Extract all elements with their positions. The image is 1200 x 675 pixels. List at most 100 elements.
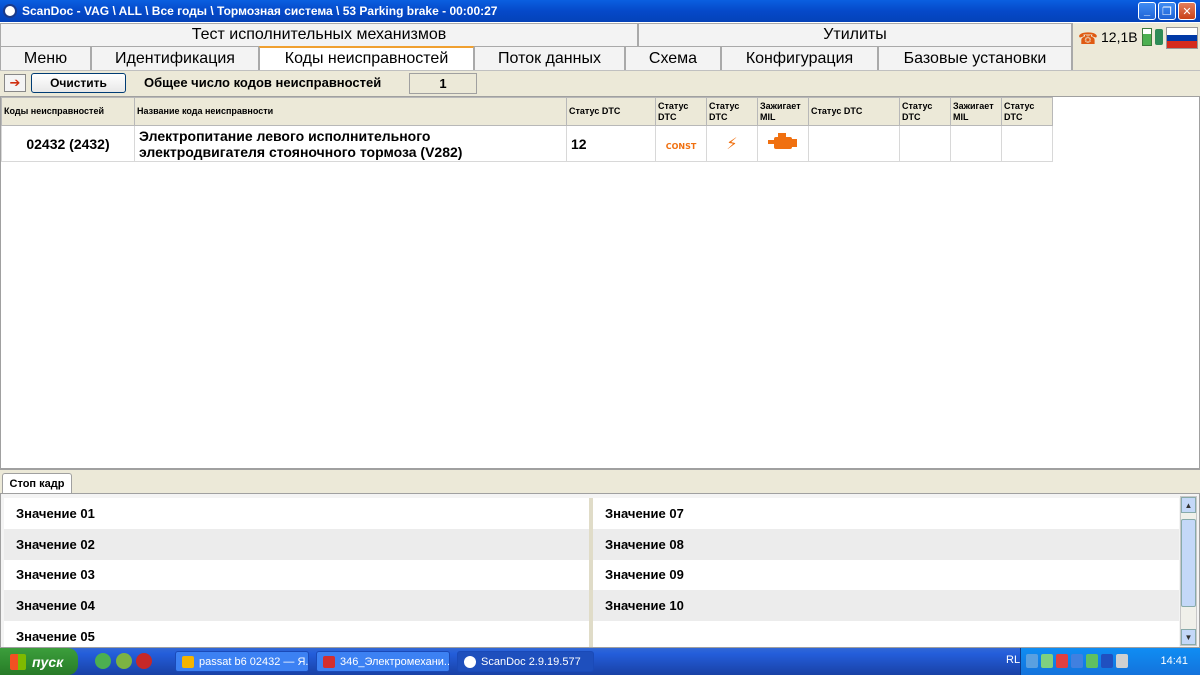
freeze-frame-tabbar: Стоп кадр: [0, 469, 1200, 494]
tray-icon[interactable]: [1041, 654, 1053, 668]
empty-cell: [950, 125, 1002, 162]
windows-taskbar: пуск passat b6 02432 — Я... 346_Электром…: [0, 648, 1200, 675]
tab-menu[interactable]: Меню: [0, 46, 91, 70]
quicklaunch-app-icon[interactable]: [116, 653, 132, 669]
menu-row-main: Меню Идентификация Коды неисправностей П…: [0, 46, 1072, 70]
fault-name-line2: электродвигателя стояночного тормоза (V2…: [139, 143, 463, 160]
window-title: ScanDoc - VAG \ ALL \ Все годы \ Тормозн…: [22, 4, 498, 18]
restore-button[interactable]: ❐: [1158, 2, 1176, 20]
fault-status-value: 12: [566, 125, 656, 162]
close-button[interactable]: ✕: [1178, 2, 1196, 20]
scandoc-icon: [464, 655, 476, 668]
column-header-status[interactable]: Статус DTC: [1001, 97, 1053, 126]
quicklaunch-opera-icon[interactable]: [136, 653, 152, 669]
list-item[interactable]: Значение 01: [4, 498, 589, 529]
scroll-up-icon[interactable]: ▲: [1181, 497, 1196, 513]
export-arrow-button[interactable]: ➔: [4, 74, 26, 92]
quicklaunch-utorrent-icon[interactable]: [95, 653, 111, 669]
tab-scheme[interactable]: Схема: [625, 46, 721, 70]
plug-icon: [1155, 29, 1163, 45]
tray-icon[interactable]: [1071, 654, 1083, 668]
system-tray: RL 14:41: [1006, 648, 1200, 675]
tab-data-stream[interactable]: Поток данных: [474, 46, 625, 70]
dtc-table-area: Коды неисправностей Название кода неиспр…: [0, 96, 1200, 469]
dtc-toolbar: ➔ Очистить Общее число кодов неисправнос…: [0, 70, 1200, 96]
lightning-icon: ⚡: [726, 135, 738, 153]
mil-cell: [757, 125, 809, 162]
list-item[interactable]: Значение 03: [4, 559, 589, 591]
tab-fault-codes[interactable]: Коды неисправностей: [259, 46, 474, 70]
column-header-status[interactable]: Статус DTC: [566, 97, 656, 126]
empty-cell: [1001, 125, 1053, 162]
scroll-thumb[interactable]: [1181, 519, 1196, 607]
column-header-codes[interactable]: Коды неисправностей: [1, 97, 135, 126]
phone-icon: ☎: [1078, 31, 1098, 48]
total-codes-label: Общее число кодов неисправностей: [144, 75, 382, 90]
empty-cell: [899, 125, 951, 162]
tab-freeze-frame[interactable]: Стоп кадр: [2, 473, 72, 494]
taskbar-item-scandoc[interactable]: ScanDoc 2.9.19.577: [457, 651, 594, 672]
table-header-row: Коды неисправностей Название кода неиспр…: [1, 97, 1053, 126]
tab-configuration[interactable]: Конфигурация: [721, 46, 878, 70]
const-status-icon: CONST: [665, 141, 697, 151]
tray-icon[interactable]: [1026, 654, 1038, 668]
list-item[interactable]: [593, 621, 1179, 647]
column-header-status[interactable]: Статус DTC: [808, 97, 900, 126]
tab-basic-settings[interactable]: Базовые установки: [878, 46, 1072, 70]
list-item[interactable]: Значение 10: [593, 590, 1179, 621]
start-label: пуск: [32, 653, 64, 670]
clock: 14:41: [1160, 655, 1188, 667]
tab-actuators-test[interactable]: Тест исполнительных механизмов: [0, 23, 638, 46]
column-header-mil[interactable]: Зажигает MIL: [757, 97, 809, 126]
app-logo-icon: [3, 4, 17, 18]
start-button[interactable]: пуск: [0, 648, 78, 675]
volume-icon[interactable]: [1116, 654, 1128, 668]
freeze-frame-right-column: Значение 07 Значение 08 Значение 09 Знач…: [593, 498, 1179, 647]
tray-icon[interactable]: [1056, 654, 1068, 668]
scandoc-window: ScanDoc - VAG \ ALL \ Все годы \ Тормозн…: [0, 0, 1200, 675]
freeze-frame-panel: Значение 01 Значение 02 Значение 03 Знач…: [0, 493, 1200, 648]
list-item[interactable]: Значение 05: [4, 621, 589, 647]
total-codes-value: 1: [409, 73, 477, 94]
freeze-frame-scrollbar[interactable]: ▲ ▼: [1180, 496, 1197, 646]
column-header-status[interactable]: Статус DTC: [899, 97, 951, 126]
menu-row-top: Тест исполнительных механизмов Утилиты: [0, 23, 1072, 46]
battery-icon: [1142, 28, 1152, 46]
column-header-mil[interactable]: Зажигает MIL: [950, 97, 1002, 126]
check-engine-icon: [768, 133, 798, 151]
chrome-icon: [182, 655, 194, 668]
column-header-name[interactable]: Название кода неисправности: [134, 97, 567, 126]
taskbar-item-label: 346_Электромехани...: [340, 655, 450, 668]
freeze-frame-left-column: Значение 01 Значение 02 Значение 03 Знач…: [4, 498, 589, 647]
status-lightning-cell: ⚡: [706, 125, 758, 162]
fault-code: 02432 (2432): [1, 125, 135, 162]
empty-cell: [808, 125, 900, 162]
language-flag-icon[interactable]: [1166, 27, 1198, 49]
list-item[interactable]: Значение 02: [4, 528, 589, 560]
minimize-button[interactable]: _: [1138, 2, 1156, 20]
tray-icon[interactable]: [1086, 654, 1098, 668]
list-item[interactable]: Значение 04: [4, 590, 589, 621]
clear-codes-button[interactable]: Очистить: [31, 73, 126, 93]
taskbar-item-browser[interactable]: passat b6 02432 — Я...: [175, 651, 309, 672]
tab-utilities[interactable]: Утилиты: [638, 23, 1072, 46]
voltage-readout: 12,1В: [1101, 29, 1138, 45]
list-item[interactable]: Значение 09: [593, 559, 1179, 591]
title-bar[interactable]: ScanDoc - VAG \ ALL \ Все годы \ Тормозн…: [0, 0, 1200, 22]
column-header-status[interactable]: Статус DTC: [655, 97, 707, 126]
table-row[interactable]: 02432 (2432) Электропитание левого испол…: [1, 125, 1053, 162]
language-indicator[interactable]: RL: [1006, 654, 1020, 666]
fault-name-line1: Электропитание левого исполнительного: [139, 127, 431, 144]
list-item[interactable]: Значение 07: [593, 498, 1179, 529]
pdf-icon: [323, 655, 335, 668]
list-item[interactable]: Значение 08: [593, 528, 1179, 560]
scroll-down-icon[interactable]: ▼: [1181, 629, 1196, 645]
status-const-cell: CONST: [655, 125, 707, 162]
taskbar-item-pdf[interactable]: 346_Электромехани...: [316, 651, 450, 672]
column-header-status[interactable]: Статус DTC: [706, 97, 758, 126]
windows-logo-icon: [10, 653, 26, 670]
window-controls: _ ❐ ✕: [1138, 2, 1196, 20]
tab-identification[interactable]: Идентификация: [91, 46, 259, 70]
fault-name: Электропитание левого исполнительного эл…: [134, 125, 567, 162]
tray-icon[interactable]: [1101, 654, 1113, 668]
